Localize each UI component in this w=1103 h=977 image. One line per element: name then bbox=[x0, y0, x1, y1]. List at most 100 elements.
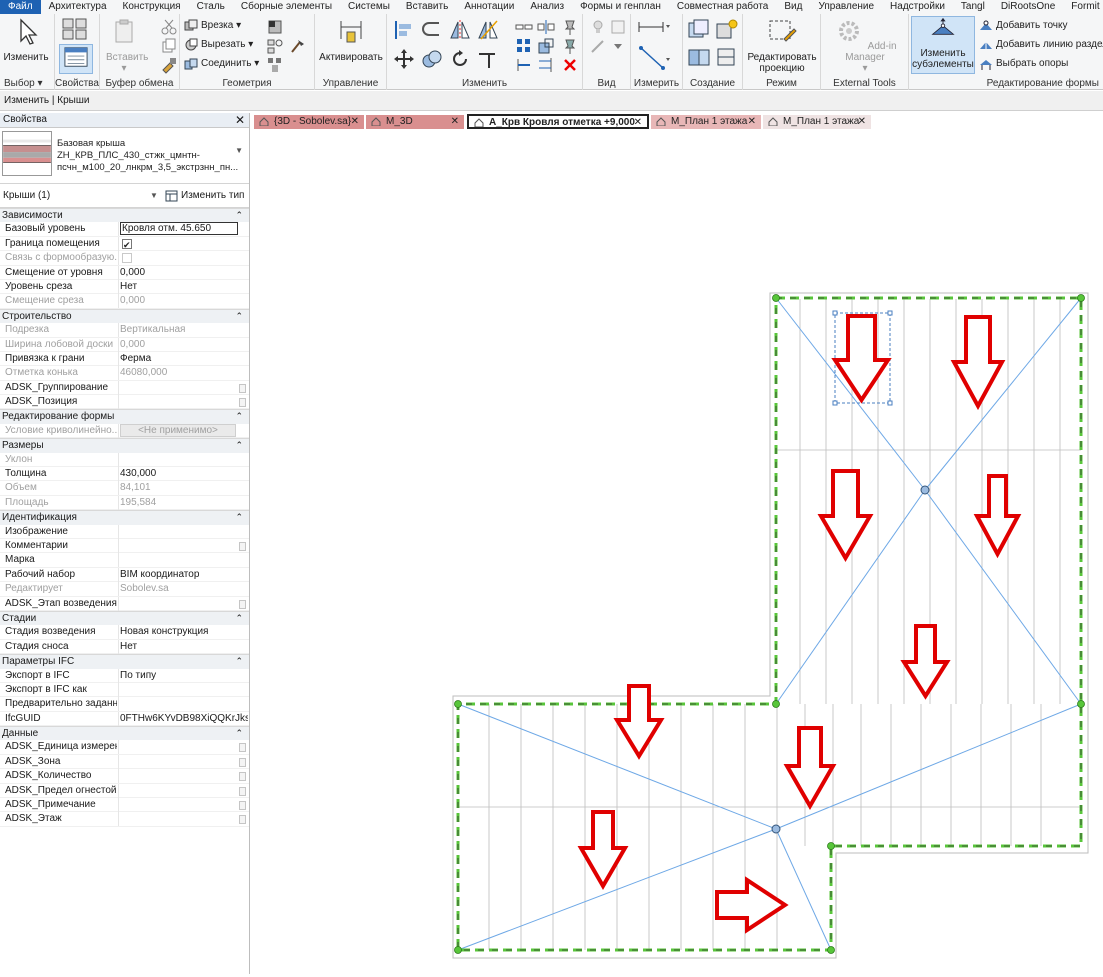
view-dropdown-icon[interactable] bbox=[609, 37, 627, 55]
create-similar-icon[interactable] bbox=[715, 46, 739, 68]
property-group[interactable]: Строительство ⌃ bbox=[0, 308, 249, 324]
property-value[interactable]: 430,000 bbox=[120, 467, 248, 481]
add-split-line-button[interactable]: Добавить линию раздел bbox=[979, 36, 1103, 53]
menu-item[interactable]: Управление bbox=[810, 0, 882, 14]
associate-parameter-icon[interactable] bbox=[239, 757, 246, 767]
menu-item[interactable]: Вид bbox=[776, 0, 810, 14]
type-properties-icon[interactable] bbox=[61, 17, 89, 41]
split-gap-icon[interactable] bbox=[537, 18, 555, 36]
trim-icon[interactable] bbox=[477, 48, 499, 70]
property-row[interactable]: Изображение bbox=[0, 524, 249, 539]
close-icon[interactable]: ✕ bbox=[634, 116, 642, 127]
property-row[interactable]: ADSK_Этап возведения bbox=[0, 596, 249, 611]
menu-item[interactable]: Системы bbox=[340, 0, 398, 14]
property-group[interactable]: Параметры IFC ⌃ bbox=[0, 654, 249, 669]
collapse-icon[interactable]: ⌃ bbox=[235, 310, 243, 323]
copy-icon[interactable] bbox=[160, 37, 178, 55]
property-value[interactable]: Нет bbox=[120, 640, 248, 654]
property-value[interactable]: BIM координатор bbox=[120, 568, 248, 582]
demolish-icon[interactable] bbox=[288, 37, 306, 55]
property-value[interactable]: Ферма bbox=[120, 352, 248, 366]
chevron-down-icon[interactable]: ▼ bbox=[235, 146, 243, 155]
edit-subelements-button[interactable]: Изменить субэлементы bbox=[911, 16, 975, 74]
property-row[interactable]: Рабочий набор BIM координатор bbox=[0, 567, 249, 583]
property-row[interactable]: ADSK_Предел огнестой... bbox=[0, 783, 249, 799]
menu-item[interactable]: Анализ bbox=[522, 0, 572, 14]
associate-parameter-icon[interactable] bbox=[239, 541, 246, 551]
cope-button[interactable]: Врезка ▾ bbox=[184, 17, 241, 34]
property-value[interactable]: По типу bbox=[120, 669, 248, 683]
collapse-icon[interactable]: ⌃ bbox=[235, 612, 243, 625]
delete-icon[interactable] bbox=[561, 56, 579, 74]
modify-button[interactable]: Изменить bbox=[2, 17, 50, 63]
property-row[interactable]: ADSK_Этаж bbox=[0, 812, 249, 827]
associate-parameter-icon[interactable] bbox=[239, 815, 246, 825]
property-row[interactable]: Базовый уровень Кровля отм. 45.650 bbox=[0, 222, 249, 237]
property-value[interactable]: Новая конструкция bbox=[120, 625, 248, 639]
property-row[interactable]: ADSK_Позиция bbox=[0, 395, 249, 410]
menu-item[interactable]: Формы и генплан bbox=[572, 0, 669, 14]
property-row[interactable]: Уровень среза Нет bbox=[0, 279, 249, 295]
associate-parameter-icon[interactable] bbox=[239, 743, 246, 753]
align-icon[interactable] bbox=[393, 19, 415, 41]
menu-item[interactable]: Сборные элементы bbox=[233, 0, 340, 14]
type-selector[interactable]: Базовая крыша ZH_КРВ_ПЛС_430_стжк_цмнтн-… bbox=[0, 128, 249, 184]
associate-parameter-icon[interactable] bbox=[239, 786, 246, 796]
property-row[interactable]: IfcGUID 0FTHw6KYvDB98XiQQKrJks bbox=[0, 711, 249, 727]
menu-item[interactable]: Вставить bbox=[398, 0, 456, 14]
associate-parameter-icon[interactable] bbox=[239, 398, 246, 408]
close-icon[interactable]: ✕ bbox=[748, 115, 756, 128]
property-row[interactable]: ADSK_Единица измерен... bbox=[0, 740, 249, 755]
chevron-down-icon[interactable]: ▼ bbox=[150, 184, 158, 208]
property-group[interactable]: Данные ⌃ bbox=[0, 726, 249, 741]
property-row[interactable]: ADSK_Количество bbox=[0, 769, 249, 784]
menu-item[interactable]: Архитектура bbox=[41, 0, 115, 14]
property-group[interactable]: Зависимости ⌃ bbox=[0, 208, 249, 223]
property-row[interactable]: ADSK_Примечание bbox=[0, 798, 249, 813]
mirror-axis-icon[interactable] bbox=[449, 19, 471, 41]
collapse-icon[interactable]: ⌃ bbox=[235, 209, 243, 222]
associate-parameter-icon[interactable] bbox=[239, 599, 246, 609]
activate-button[interactable]: Активировать bbox=[319, 17, 383, 63]
property-group[interactable]: Идентификация ⌃ bbox=[0, 510, 249, 525]
pick-supports-button[interactable]: Выбрать опоры bbox=[979, 55, 1068, 72]
create-assembly-icon[interactable] bbox=[715, 18, 739, 40]
property-row[interactable]: Марка bbox=[0, 553, 249, 568]
menu-item[interactable]: Надстройки bbox=[882, 0, 953, 14]
trim-multiple-icon[interactable] bbox=[537, 56, 555, 74]
cut-icon[interactable] bbox=[160, 18, 178, 36]
property-row[interactable]: Предварительно заданн... bbox=[0, 697, 249, 712]
property-group[interactable]: Стадии ⌃ bbox=[0, 610, 249, 626]
pin-icon[interactable] bbox=[561, 37, 579, 55]
unpin-icon[interactable] bbox=[561, 18, 579, 36]
move-icon[interactable] bbox=[393, 48, 415, 70]
property-row[interactable]: Стадия сноса Нет bbox=[0, 639, 249, 655]
array-icon[interactable] bbox=[515, 37, 533, 55]
property-row[interactable]: Экспорт в IFC как bbox=[0, 682, 249, 698]
property-value[interactable]: Кровля отм. 45.650 bbox=[120, 222, 238, 236]
close-icon[interactable]: ✕ bbox=[351, 115, 359, 128]
split-face-icon[interactable] bbox=[266, 37, 284, 55]
wall-joins-icon[interactable] bbox=[266, 56, 284, 74]
property-value[interactable]: 0,000 bbox=[120, 266, 248, 280]
split-element-icon[interactable] bbox=[515, 18, 533, 36]
associate-parameter-icon[interactable] bbox=[239, 772, 246, 782]
property-row[interactable]: Комментарии bbox=[0, 538, 249, 554]
mirror-draw-icon[interactable] bbox=[477, 19, 499, 41]
match-type-icon[interactable] bbox=[160, 56, 178, 74]
select-dropdown[interactable]: Выбор ▾ bbox=[0, 78, 54, 89]
view-tab[interactable]: М_3D ✕ bbox=[366, 115, 464, 129]
property-row[interactable]: Граница помещения bbox=[0, 236, 249, 252]
associate-parameter-icon[interactable] bbox=[239, 801, 246, 811]
collapse-icon[interactable]: ⌃ bbox=[235, 410, 243, 423]
property-group[interactable]: Редактирование формы ⌃ bbox=[0, 409, 249, 424]
menu-item[interactable]: Formit Exporter bbox=[1063, 0, 1103, 14]
offset-icon[interactable] bbox=[421, 19, 443, 41]
view-tab[interactable]: А_Крв Кровля отметка +9,000 ✕ bbox=[467, 114, 649, 129]
menu-item[interactable]: Файл bbox=[0, 0, 41, 14]
menu-item[interactable]: Tangl bbox=[953, 0, 993, 14]
property-row[interactable]: Привязка к грани Ферма bbox=[0, 351, 249, 367]
paint-icon[interactable] bbox=[266, 18, 284, 36]
view-tab[interactable]: {3D - Sobolev.sa} ✕ bbox=[254, 115, 364, 129]
trim-extend-icon[interactable] bbox=[515, 56, 533, 74]
